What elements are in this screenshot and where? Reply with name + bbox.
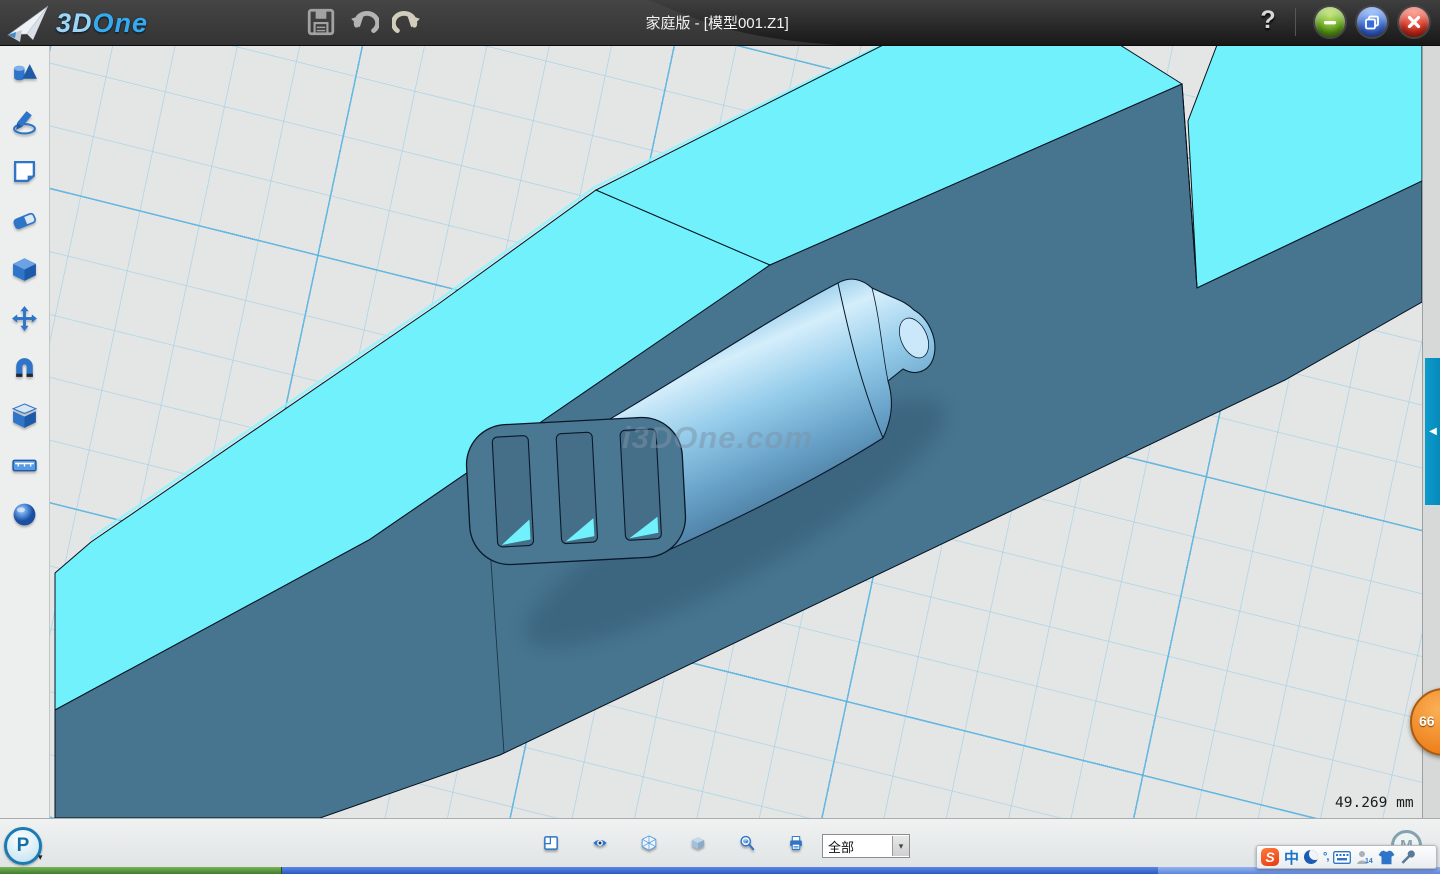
window-title: 家庭版 - [模型001.Z1] (645, 12, 788, 33)
panel-expand-tab[interactable]: ◀ (1425, 358, 1440, 505)
ime-toolbar[interactable]: S 中 °, 14 (1256, 845, 1437, 869)
magnet-icon (11, 354, 38, 381)
minimize-button[interactable] (1315, 7, 1345, 37)
sidebar-item-feature-modeling[interactable] (3, 255, 47, 283)
curled-sheet-icon (11, 158, 38, 185)
app-window: 3DOne 家庭版 - [模型001.Z1] ? (0, 0, 1440, 874)
print-button[interactable] (782, 829, 810, 857)
ime-punctuation-icon[interactable]: °, (1323, 851, 1328, 863)
titlebar-separator (1295, 8, 1296, 36)
sphere-icon (11, 501, 38, 528)
minus-icon (1322, 14, 1338, 30)
save-icon[interactable] (306, 7, 336, 37)
left-toolbar (0, 45, 50, 818)
sidebar-item-sketch-surface[interactable] (3, 157, 47, 185)
ime-skin-shirt-icon[interactable] (1378, 850, 1395, 865)
ime-account-icon[interactable]: 14 (1356, 850, 1373, 865)
grid-scale-label: 49.269 mm (1335, 795, 1414, 811)
undo-icon[interactable] (349, 7, 379, 37)
restore-button[interactable] (1357, 7, 1387, 37)
shaded-cube-icon (690, 830, 706, 856)
eye-icon (592, 830, 608, 856)
community-badge-count: 66 (1419, 713, 1435, 729)
view-layout-button[interactable] (537, 829, 565, 857)
sidebar-item-sketch-draw[interactable] (3, 108, 47, 136)
viewport-3d[interactable]: i3DOne.com 49.269 mm (50, 45, 1422, 818)
open-box-icon (11, 403, 38, 430)
paper-plane-icon (6, 3, 50, 43)
basic-solids-icon (11, 60, 38, 87)
title-bar: 3DOne 家庭版 - [模型001.Z1] ? (0, 0, 1440, 46)
move-arrows-icon (11, 305, 38, 332)
brand-text: 3DOne (56, 8, 148, 39)
sidebar-item-move-transform[interactable] (3, 304, 47, 332)
view-tools (537, 829, 810, 857)
visibility-button[interactable] (586, 829, 614, 857)
sidebar-item-combine-edit[interactable] (3, 402, 47, 430)
taskbar-edge[interactable] (0, 867, 1440, 874)
profile-badge[interactable]: P (4, 827, 42, 865)
wireframe-cube-icon (641, 830, 657, 856)
shaded-display-button[interactable] (684, 829, 712, 857)
ime-lang-mode[interactable]: 中 (1284, 847, 1299, 868)
wireframe-display-button[interactable] (635, 829, 663, 857)
close-button[interactable] (1399, 7, 1429, 37)
collapse-left-icon: ◀ (1429, 426, 1437, 437)
app-logo: 3DOne (6, 3, 148, 43)
model-scene: i3DOne.com 49.269 mm (50, 45, 1422, 818)
svg-text:14: 14 (1365, 858, 1373, 865)
ime-settings-wrench-icon[interactable] (1400, 850, 1415, 865)
sketch-pencil-icon (11, 109, 38, 136)
measure-icon (11, 452, 38, 479)
cube-icon (11, 256, 38, 283)
sidebar-item-basic-solids[interactable] (3, 59, 47, 87)
dropdown-arrow-icon[interactable]: ▾ (892, 836, 909, 856)
printer-icon (788, 830, 804, 856)
magnifier-icon (739, 830, 755, 856)
watermark: i3DOne.com (622, 420, 813, 455)
display-filter-select[interactable]: 全部 ▾ (822, 834, 910, 858)
restore-squares-icon (1364, 14, 1380, 30)
taskbar-active-app-segment[interactable] (0, 867, 282, 874)
bottom-toolbar: P ▾ (0, 818, 1440, 868)
sidebar-item-material-render[interactable] (3, 500, 47, 528)
sidebar-item-magnet-assembly[interactable] (3, 353, 47, 381)
close-x-icon (1406, 14, 1422, 30)
display-filter-value: 全部 (823, 837, 892, 856)
help-button[interactable]: ? (1254, 6, 1282, 35)
redo-icon[interactable] (392, 7, 422, 37)
profile-dropdown-arrow[interactable]: ▾ (38, 852, 43, 863)
ime-keyboard-icon[interactable] (1333, 851, 1351, 864)
zoom-button[interactable] (733, 829, 761, 857)
eraser-icon (11, 207, 38, 234)
sogou-logo-icon[interactable]: S (1261, 848, 1279, 866)
view-layout-icon (543, 830, 559, 856)
sidebar-item-special-deform[interactable] (3, 206, 47, 234)
sidebar-item-measure-gauge[interactable] (3, 451, 47, 479)
ime-half-shape-moon-icon[interactable] (1304, 850, 1318, 864)
